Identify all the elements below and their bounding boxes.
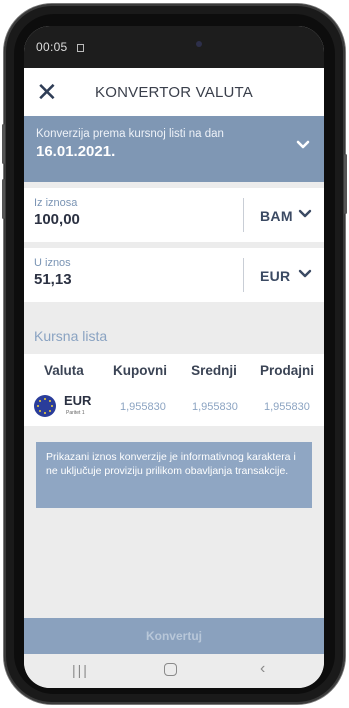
rate-prodajni: 1,955830	[264, 401, 310, 413]
rates-title: Kursna lista	[34, 328, 108, 344]
col-header-kupovni: Kupovni	[113, 362, 167, 378]
side-button	[2, 124, 5, 164]
back-icon[interactable]: ‹	[260, 660, 265, 678]
recent-apps-icon[interactable]: |||	[72, 662, 89, 678]
status-bar: 00:05	[24, 26, 324, 68]
status-time: 00:05	[36, 40, 68, 54]
close-icon[interactable]: ✕	[36, 78, 58, 106]
col-header-valuta: Valuta	[44, 362, 84, 378]
from-currency-select[interactable]: BAM	[260, 208, 293, 224]
rate-kupovni: 1,955830	[120, 401, 166, 413]
rate-srednji: 1,955830	[192, 401, 238, 413]
app-screen: 00:05 ✕ KONVERTOR VALUTA Konverzija prem…	[24, 26, 324, 688]
from-amount-field: Iz iznosa 100,00 BAM	[24, 188, 324, 242]
side-button	[2, 179, 5, 219]
to-currency-select[interactable]: EUR	[260, 268, 290, 284]
field-divider	[243, 258, 244, 292]
convert-button[interactable]: Konvertuj	[24, 618, 324, 654]
chevron-down-icon	[296, 140, 310, 149]
camera-icon	[196, 41, 202, 47]
rate-currency-code: EUR	[64, 393, 92, 408]
date-selector[interactable]: Konverzija prema kursnoj listi na dan 16…	[24, 116, 324, 182]
to-amount-field: U iznos 51,13 EUR	[24, 248, 324, 302]
chevron-down-icon[interactable]	[298, 209, 312, 219]
date-value: 16.01.2021.	[36, 143, 116, 160]
android-nav-bar: ||| ‹	[24, 654, 324, 688]
page-title: KONVERTOR VALUTA	[95, 83, 253, 101]
info-notice: Prikazani iznos konverzije je informativ…	[36, 442, 312, 508]
col-header-prodajni: Prodajni	[259, 362, 314, 378]
eu-flag-icon	[34, 395, 56, 417]
side-button	[344, 154, 347, 214]
rate-currency-sub: Paritet 1	[66, 410, 85, 416]
home-icon[interactable]	[164, 663, 177, 676]
rates-header-row: Valuta Kupovni Srednji Prodajni	[24, 354, 324, 386]
col-header-srednji: Srednji	[191, 362, 237, 378]
chevron-down-icon[interactable]	[298, 269, 312, 279]
app-header: ✕ KONVERTOR VALUTA	[24, 68, 324, 116]
notice-section: Prikazani iznos konverzije je informativ…	[24, 426, 324, 522]
date-label: Konverzija prema kursnoj listi na dan	[36, 128, 224, 140]
notification-icon	[76, 44, 84, 52]
table-row: EUR Paritet 1 1,955830 1,955830 1,955830	[24, 386, 324, 426]
rates-table: Valuta Kupovni Srednji Prodajni EUR Pari…	[24, 354, 324, 426]
field-divider	[243, 198, 244, 232]
